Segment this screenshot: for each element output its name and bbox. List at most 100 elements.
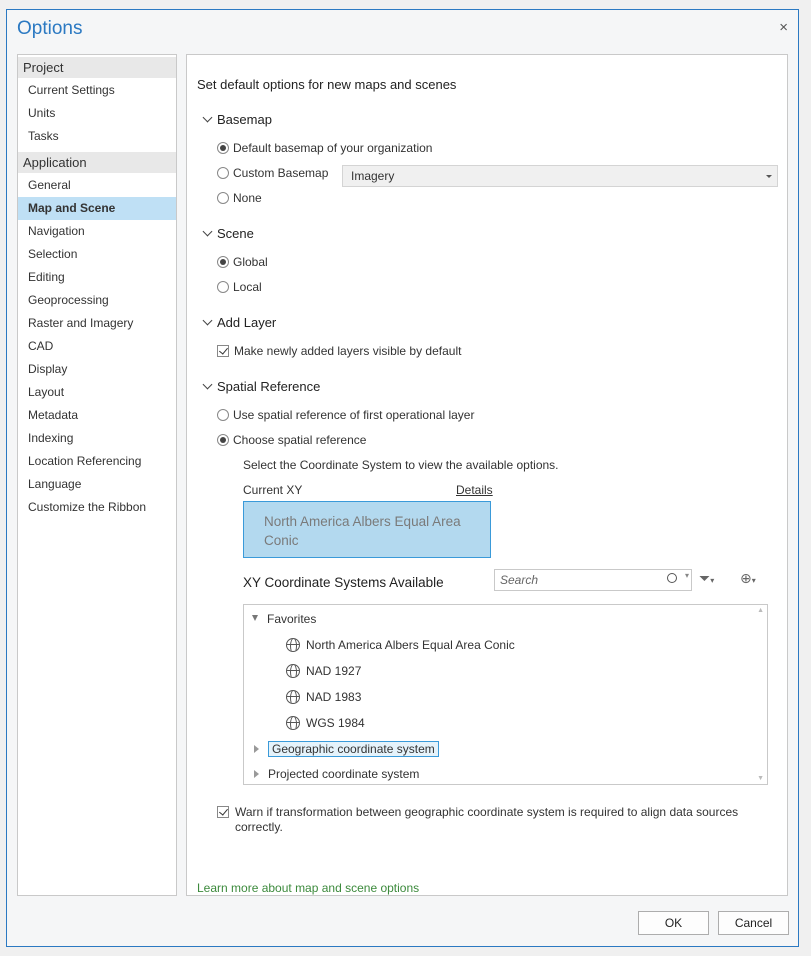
sidebar-item-selection[interactable]: Selection xyxy=(18,243,176,266)
expand-icon[interactable] xyxy=(254,745,259,753)
dropdown-value: Imagery xyxy=(351,169,395,183)
scroll-down-icon[interactable]: ▼ xyxy=(757,775,764,782)
sidebar-item-cad[interactable]: CAD xyxy=(18,335,176,358)
radio-label: Custom Basemap xyxy=(233,166,329,180)
globe-icon xyxy=(286,715,300,730)
globe-icon xyxy=(286,689,300,704)
options-sidebar: Project Current Settings Units Tasks App… xyxy=(17,54,177,896)
custom-basemap-dropdown[interactable]: Imagery xyxy=(342,165,778,187)
tree-item-label: NAD 1983 xyxy=(306,690,362,704)
tree-node-geographic[interactable]: Geographic coordinate system xyxy=(254,738,439,760)
checkbox-layers-visible[interactable]: Make newly added layers visible by defau… xyxy=(217,344,461,358)
tree-item-favorite[interactable]: NAD 1983 xyxy=(286,686,361,708)
tree-node-favorites[interactable]: Favorites xyxy=(252,608,316,630)
expand-icon[interactable] xyxy=(254,770,259,778)
ok-button[interactable]: OK xyxy=(638,911,709,935)
sidebar-item-navigation[interactable]: Navigation xyxy=(18,220,176,243)
radio-icon xyxy=(217,280,229,293)
details-link[interactable]: Details xyxy=(456,483,493,497)
options-main-panel: Set default options for new maps and sce… xyxy=(186,54,788,896)
xy-available-label: XY Coordinate Systems Available xyxy=(243,575,444,590)
add-coordinate-system-icon[interactable]: ⊕▾ xyxy=(740,570,756,587)
radio-no-basemap[interactable]: None xyxy=(217,191,262,205)
radio-icon xyxy=(217,141,229,154)
checkbox-label: Make newly added layers visible by defau… xyxy=(234,344,462,358)
radio-label: None xyxy=(233,191,262,205)
current-xy-value: North America Albers Equal Area Conic xyxy=(243,501,491,558)
radio-first-layer-sr[interactable]: Use spatial reference of first operation… xyxy=(217,408,474,422)
sidebar-item-general[interactable]: General xyxy=(18,174,176,197)
scroll-up-icon[interactable]: ▲ xyxy=(757,607,764,614)
radio-icon xyxy=(217,166,229,179)
checkbox-icon xyxy=(217,806,229,818)
learn-more-link[interactable]: Learn more about map and scene options xyxy=(197,881,419,895)
sidebar-item-map-and-scene[interactable]: Map and Scene xyxy=(18,197,176,220)
radio-icon xyxy=(217,191,229,204)
radio-label: Use spatial reference of first operation… xyxy=(233,408,475,422)
tree-item-favorite[interactable]: North America Albers Equal Area Conic xyxy=(286,634,515,656)
section-add-layer[interactable]: Add Layer xyxy=(202,315,277,330)
radio-scene-local[interactable]: Local xyxy=(217,280,262,294)
radio-scene-global[interactable]: Global xyxy=(217,255,268,269)
radio-custom-basemap[interactable]: Custom Basemap xyxy=(217,166,328,180)
globe-icon xyxy=(286,663,300,678)
radio-icon xyxy=(217,255,229,268)
chevron-down-icon xyxy=(202,226,213,237)
current-xy-label: Current XY xyxy=(243,483,303,497)
search-icon[interactable] xyxy=(667,573,677,583)
sidebar-item-indexing[interactable]: Indexing xyxy=(18,427,176,450)
filter-icon[interactable]: ⏷▾ xyxy=(699,570,714,587)
section-spatial-reference[interactable]: Spatial Reference xyxy=(202,379,321,394)
collapse-icon[interactable] xyxy=(252,615,258,621)
sidebar-item-language[interactable]: Language xyxy=(18,473,176,496)
section-basemap[interactable]: Basemap xyxy=(202,112,272,127)
sidebar-item-tasks[interactable]: Tasks xyxy=(18,125,176,148)
section-scene-title: Scene xyxy=(217,226,254,241)
sidebar-item-current-settings[interactable]: Current Settings xyxy=(18,79,176,102)
tree-node-label: Favorites xyxy=(267,612,317,626)
sidebar-item-raster-and-imagery[interactable]: Raster and Imagery xyxy=(18,312,176,335)
close-icon[interactable]: × xyxy=(779,19,788,36)
sidebar-item-editing[interactable]: Editing xyxy=(18,266,176,289)
sidebar-item-customize-the-ribbon[interactable]: Customize the Ribbon xyxy=(18,496,176,519)
radio-default-basemap[interactable]: Default basemap of your organization xyxy=(217,141,432,155)
radio-icon xyxy=(217,408,229,421)
chevron-down-icon xyxy=(202,112,213,123)
section-scene[interactable]: Scene xyxy=(202,226,254,241)
tree-item-favorite[interactable]: WGS 1984 xyxy=(286,712,365,734)
sidebar-item-layout[interactable]: Layout xyxy=(18,381,176,404)
checkbox-label: Warn if transformation between geographi… xyxy=(235,805,739,834)
page-title: Set default options for new maps and sce… xyxy=(197,77,457,92)
cancel-button[interactable]: Cancel xyxy=(718,911,789,935)
section-add-layer-title: Add Layer xyxy=(217,315,277,330)
sidebar-item-display[interactable]: Display xyxy=(18,358,176,381)
dialog-title: Options xyxy=(17,18,83,39)
tree-item-label: NAD 1927 xyxy=(306,664,362,678)
tree-item-favorite[interactable]: NAD 1927 xyxy=(286,660,361,682)
globe-icon xyxy=(286,637,300,652)
section-spatial-reference-title: Spatial Reference xyxy=(217,379,321,394)
checkbox-warn-transformation[interactable]: Warn if transformation between geographi… xyxy=(217,805,747,835)
radio-icon xyxy=(217,433,229,446)
chevron-down-icon xyxy=(202,379,213,390)
radio-choose-sr[interactable]: Choose spatial reference xyxy=(217,433,366,447)
tree-node-projected[interactable]: Projected coordinate system xyxy=(254,763,420,784)
tree-item-label: North America Albers Equal Area Conic xyxy=(306,638,515,652)
sidebar-item-geoprocessing[interactable]: Geoprocessing xyxy=(18,289,176,312)
coordinate-systems-tree: Favorites North America Albers Equal Are… xyxy=(243,604,768,785)
radio-label: Global xyxy=(233,255,268,269)
checkbox-icon xyxy=(217,344,229,357)
sidebar-item-units[interactable]: Units xyxy=(18,102,176,125)
radio-label: Choose spatial reference xyxy=(233,433,367,447)
search-dropdown-icon[interactable]: ▾ xyxy=(685,571,689,580)
chevron-down-icon xyxy=(766,175,772,178)
tree-node-label: Projected coordinate system xyxy=(268,767,420,781)
sr-instruction: Select the Coordinate System to view the… xyxy=(243,458,559,472)
section-basemap-title: Basemap xyxy=(217,112,272,127)
sidebar-item-location-referencing[interactable]: Location Referencing xyxy=(18,450,176,473)
sidebar-item-metadata[interactable]: Metadata xyxy=(18,404,176,427)
radio-label: Default basemap of your organization xyxy=(233,141,433,155)
radio-label: Local xyxy=(233,280,262,294)
sidebar-group-project: Project xyxy=(18,57,176,78)
coordinate-search-input[interactable]: Search xyxy=(494,569,692,591)
